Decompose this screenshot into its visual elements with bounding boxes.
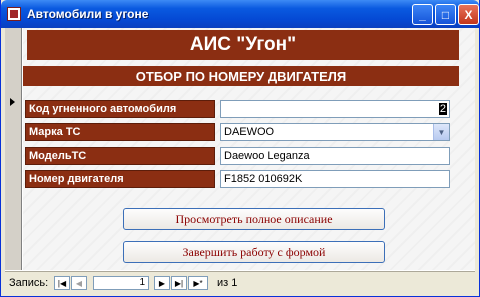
new-record-button[interactable]: ▶*	[188, 276, 208, 290]
brand-combobox[interactable]: DAEWOO ▼	[220, 123, 450, 141]
title-bar[interactable]: Автомобили в угоне _ □ X	[1, 0, 479, 28]
form-header-title: АИС "Угон"	[27, 30, 459, 60]
maximize-button[interactable]: □	[435, 4, 456, 25]
engine-number-value: F1852 010692K	[224, 173, 303, 185]
close-button[interactable]: X	[458, 4, 479, 25]
app-window: Автомобили в угоне _ □ X АИС "Угон" ОТБО…	[0, 0, 480, 297]
record-navigation-bar: Запись: |◀ ◀ 1 ▶ ▶| ▶* из 1	[5, 271, 475, 293]
chevron-down-icon[interactable]: ▼	[433, 124, 449, 140]
form-subheader: ОТБОР ПО НОМЕРУ ДВИГАТЕЛЯ	[23, 66, 459, 86]
close-form-button[interactable]: Завершить работу с формой	[123, 241, 385, 263]
first-record-button[interactable]: |◀	[54, 276, 70, 290]
car-code-field[interactable]: 2	[220, 100, 450, 118]
previous-record-button[interactable]: ◀	[71, 276, 87, 290]
current-record-arrow-icon	[10, 98, 15, 106]
form-client-area: АИС "Угон" ОТБОР ПО НОМЕРУ ДВИГАТЕЛЯ Код…	[5, 28, 475, 293]
next-record-button[interactable]: ▶	[154, 276, 170, 290]
model-value: Daewoo Leganza	[224, 150, 310, 162]
engine-number-label: Номер двигателя	[25, 170, 215, 188]
engine-number-field[interactable]: F1852 010692K	[220, 170, 450, 188]
last-record-button[interactable]: ▶|	[171, 276, 187, 290]
record-count: из 1	[217, 277, 238, 289]
window-title: Автомобили в угоне	[27, 7, 149, 21]
record-selector[interactable]	[5, 28, 22, 270]
car-code-label: Код угненного автомобиля	[25, 100, 215, 118]
car-code-value: 2	[438, 103, 447, 115]
model-field[interactable]: Daewoo Leganza	[220, 147, 450, 165]
form-icon	[7, 7, 21, 21]
brand-value: DAEWOO	[224, 126, 275, 138]
record-label: Запись:	[9, 277, 49, 289]
minimize-button[interactable]: _	[412, 4, 433, 25]
brand-label: Марка ТС	[25, 123, 215, 141]
form-body: АИС "Угон" ОТБОР ПО НОМЕРУ ДВИГАТЕЛЯ Код…	[23, 28, 475, 270]
record-number-input[interactable]: 1	[93, 276, 149, 290]
model-label: МодельТС	[25, 147, 215, 165]
view-description-button[interactable]: Просмотреть полное описание	[123, 208, 385, 230]
